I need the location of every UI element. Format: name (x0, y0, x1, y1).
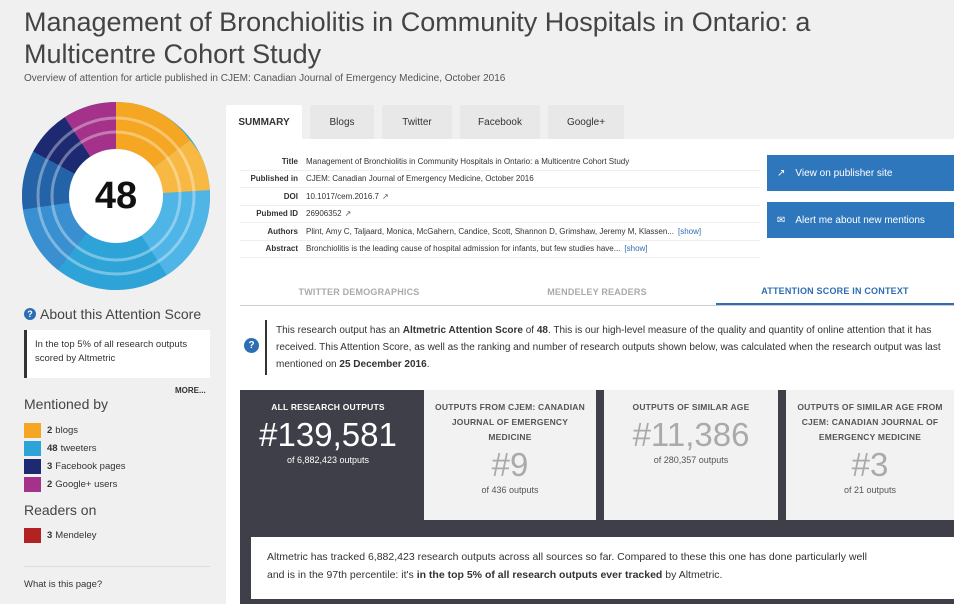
stat-similar-age: OUTPUTS OF SIMILAR AGE #11,386 of 280,35… (604, 390, 778, 520)
mention-count: 3 (47, 460, 53, 472)
stat-similar-age-journal: OUTPUTS OF SIMILAR AGE FROM CJEM: CANADI… (786, 390, 954, 520)
pubmed-link[interactable]: 26906352 (306, 209, 342, 218)
external-link-icon[interactable]: ↗ (345, 209, 352, 218)
detail-authors: Authors Plint, Amy C, Taljaard, Monica, … (240, 223, 760, 241)
stat-rank: #11,386 (632, 416, 750, 453)
ranking-stats: ALL RESEARCH OUTPUTS #139,581 of 6,882,4… (240, 390, 954, 604)
question-icon: ? (24, 308, 36, 320)
facebook-swatch (24, 458, 41, 474)
page-title: Management of Bronchiolitis in Community… (24, 7, 811, 69)
question-icon: ? (244, 338, 259, 353)
readers-on-heading: Readers on (24, 502, 97, 518)
tweeters-swatch (24, 440, 41, 456)
mention-label: Google+ users (55, 478, 118, 490)
top5-summary: In the top 5% of all research outputs sc… (24, 330, 210, 378)
reader-label: Mendeley (55, 529, 97, 541)
stat-journal-outputs: OUTPUTS FROM CJEM: CANADIAN JOURNAL OF E… (424, 390, 596, 520)
mention-label: Facebook pages (55, 460, 126, 472)
mention-google[interactable]: 2 Google+ users (24, 475, 126, 493)
detail-published: Published in CJEM: Canadian Journal of E… (240, 171, 760, 188)
mention-label: tweeters (60, 442, 97, 454)
context-text: This research output has an Altmetric At… (276, 325, 941, 370)
page-subtitle: Overview of attention for article publis… (24, 73, 506, 84)
envelope-icon: ✉ (777, 214, 786, 226)
external-link-icon[interactable]: ↗ (382, 192, 389, 201)
reader-mendeley[interactable]: 3 Mendeley (24, 526, 97, 544)
mention-facebook[interactable]: 3 Facebook pages (24, 457, 126, 475)
tab-blogs[interactable]: Blogs (310, 105, 374, 139)
mention-label: blogs (55, 424, 79, 436)
tab-facebook[interactable]: Facebook (460, 105, 540, 139)
subtab-attention-context[interactable]: ATTENTION SCORE IN CONTEXT (716, 278, 954, 305)
about-score-link[interactable]: ? About this Attention Score (24, 306, 201, 322)
context-divider (265, 320, 267, 375)
tab-google-plus[interactable]: Google+ (548, 105, 624, 139)
mention-tweeters[interactable]: 48 tweeters (24, 439, 126, 457)
sidebar-divider (24, 566, 210, 567)
tab-twitter[interactable]: Twitter (382, 105, 452, 139)
show-abstract-link[interactable]: [show] (624, 244, 647, 253)
article-details: Title Management of Bronchiolitis in Com… (240, 153, 760, 258)
blogs-swatch (24, 422, 41, 438)
attention-context-note: ? This research output has an Altmetric … (240, 320, 954, 375)
alert-mentions-button[interactable]: ✉ Alert me about new mentions (767, 202, 954, 238)
attention-score: 48 (94, 174, 138, 217)
more-link[interactable]: MORE... (175, 386, 206, 395)
detail-pubmed: Pubmed ID 26906352 ↗ (240, 206, 760, 223)
google-swatch (24, 476, 41, 492)
detail-doi: DOI 10.1017/cem.2016.7 ↗ (240, 188, 760, 206)
external-link-icon: ↗ (777, 167, 786, 179)
show-authors-link[interactable]: [show] (678, 227, 701, 236)
view-publisher-button[interactable]: ↗ View on publisher site (767, 155, 954, 191)
mendeley-swatch (24, 527, 41, 543)
stat-all-outputs: ALL RESEARCH OUTPUTS #139,581 of 6,882,4… (240, 390, 416, 520)
altmetric-donut[interactable]: 48 (20, 100, 212, 292)
detail-abstract: Abstract Bronchiolitis is the leading ca… (240, 241, 760, 258)
tab-summary[interactable]: SUMMARY (226, 105, 302, 139)
what-is-this-page-link[interactable]: What is this page? (24, 579, 102, 590)
subtab-mendeley-readers[interactable]: MENDELEY READERS (478, 278, 716, 305)
stat-rank: #139,581 (259, 416, 397, 453)
detail-title: Title Management of Bronchiolitis in Com… (240, 153, 760, 171)
mention-count: 2 (47, 424, 53, 436)
reader-count: 3 (47, 529, 53, 541)
summary-panel: Title Management of Bronchiolitis in Com… (226, 139, 954, 604)
main-tabs: SUMMARY Blogs Twitter Facebook Google+ (226, 105, 632, 139)
mention-count: 2 (47, 478, 53, 490)
mentioned-by-heading: Mentioned by (24, 396, 109, 412)
doi-link[interactable]: 10.1017/cem.2016.7 (306, 192, 379, 201)
mentions-list: 2 blogs 48 tweeters 3 Facebook pages 2 G… (24, 421, 126, 493)
mention-count: 48 (47, 442, 58, 454)
subtab-twitter-demographics[interactable]: TWITTER DEMOGRAPHICS (240, 278, 478, 305)
context-subtabs: TWITTER DEMOGRAPHICS MENDELEY READERS AT… (240, 278, 954, 306)
stat-rank: #3 (851, 446, 889, 483)
percentile-summary: Altmetric has tracked 6,882,423 research… (251, 537, 954, 599)
mention-blogs[interactable]: 2 blogs (24, 421, 126, 439)
about-score-label: About this Attention Score (40, 306, 202, 322)
stat-rank: #9 (491, 446, 529, 483)
readers-list: 3 Mendeley (24, 526, 97, 544)
